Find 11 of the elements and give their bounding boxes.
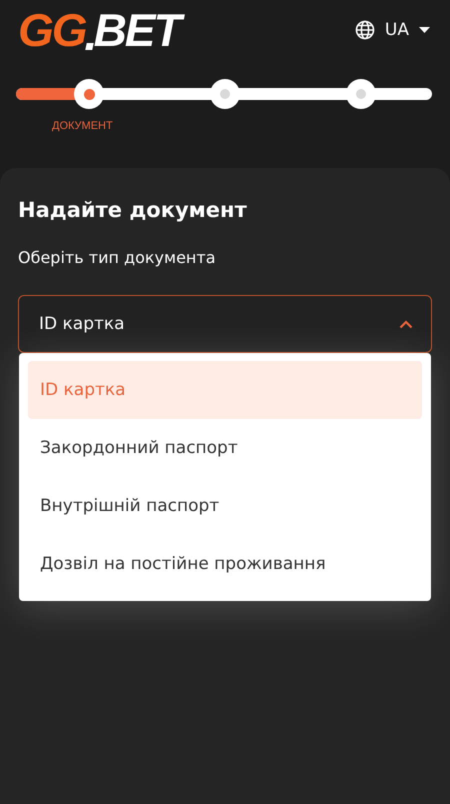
card-title: Надайте документ (18, 198, 248, 222)
globe-icon (354, 20, 375, 40)
step-label: ДОКУМЕНТ (52, 120, 113, 132)
chevron-icon (399, 320, 413, 328)
dropdown-option[interactable]: Дозвіл на постійне проживання (28, 535, 422, 593)
dropdown-option[interactable]: Внутрішній паспорт (28, 477, 422, 535)
dropdown-option[interactable]: Закордонний паспорт (28, 419, 422, 477)
field-label: Оберіть тип документа (18, 248, 216, 267)
language-selector[interactable]: UA (350, 16, 434, 44)
document-type-select[interactable]: ID картка (18, 295, 432, 353)
caret-icon (419, 27, 430, 33)
